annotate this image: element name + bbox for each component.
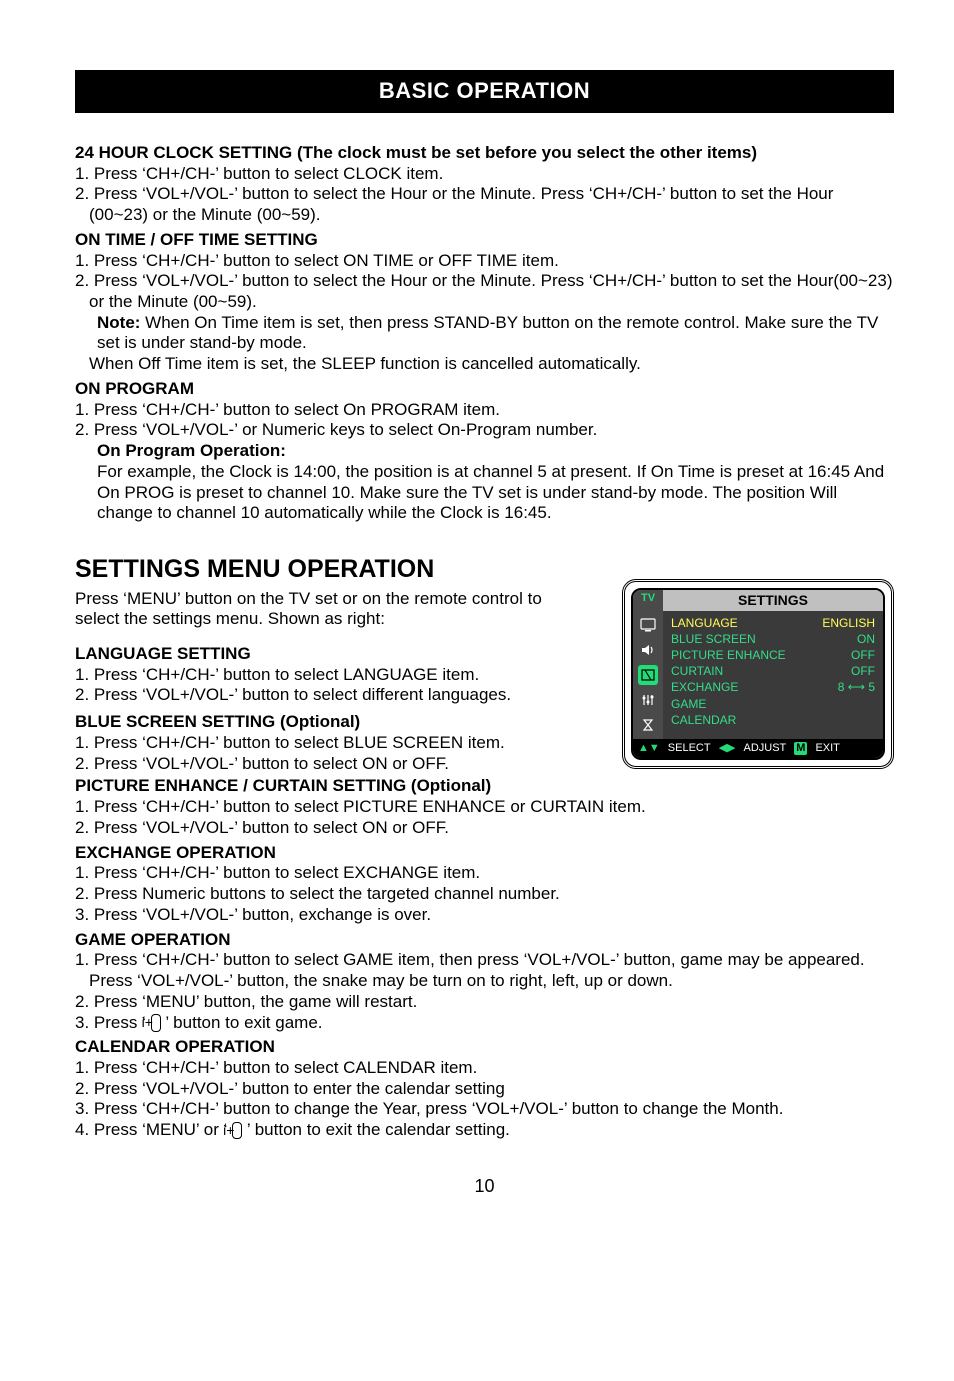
pic-heading: PICTURE ENHANCE / CURTAIN SETTING (Optio… — [75, 776, 894, 797]
updown-icon: ▲▼ — [638, 742, 660, 755]
picture-icon — [638, 615, 658, 635]
game-step3: 3. Press ‘ i+ ’ button to exit game. — [75, 1013, 894, 1034]
osd-foot-select: SELECT — [668, 742, 711, 755]
osd-screenshot: TV SETTINGS — [622, 579, 894, 769]
osd-tv-label: TV — [633, 590, 663, 611]
onprog-step2: 2. Press ‘VOL+/VOL-’ or Numeric keys to … — [75, 420, 894, 441]
ontime-heading: ON TIME / OFF TIME SETTING — [75, 230, 894, 251]
osd-menu-title: SETTINGS — [663, 590, 883, 611]
page-number: 10 — [75, 1176, 894, 1198]
pic-step1: 1. Press ‘CH+/CH-’ button to select PICT… — [75, 797, 894, 818]
sound-icon — [638, 640, 658, 660]
ontime-note: Note: When On Time item is set, then pre… — [75, 313, 894, 354]
osd-foot-exit: EXIT — [815, 742, 839, 755]
cal-step3: 3. Press ‘CH+/CH-’ button to change the … — [75, 1099, 894, 1120]
settings-intro: Press ‘MENU’ button on the TV set or on … — [75, 589, 555, 630]
info-plus-icon: i+ — [232, 1122, 242, 1139]
osd-side-icons — [633, 611, 663, 739]
game-heading: GAME OPERATION — [75, 930, 894, 951]
timer-icon — [638, 715, 658, 735]
settings-icon — [638, 665, 658, 685]
osd-foot-m: M — [794, 742, 807, 755]
game-step1: 1. Press ‘CH+/CH-’ button to select GAME… — [75, 950, 894, 991]
clock-step2: 2. Press ‘VOL+/VOL-’ button to select th… — [75, 184, 894, 225]
clock-heading: 24 HOUR CLOCK SETTING (The clock must be… — [75, 143, 894, 164]
game-step2: 2. Press ‘MENU’ button, the game will re… — [75, 992, 894, 1013]
osd-row-calendar: CALENDAR — [671, 712, 875, 728]
osd-menu-list: LANGUAGEENGLISH BLUE SCREENON PICTURE EN… — [663, 611, 883, 739]
osd-row-picture-enhance: PICTURE ENHANCEOFF — [671, 647, 875, 663]
leftright-icon: ◀▶ — [719, 742, 736, 755]
osd-row-game: GAME — [671, 696, 875, 712]
osd-row-language: LANGUAGEENGLISH — [671, 615, 875, 631]
osd-row-curtain: CURTAINOFF — [671, 663, 875, 679]
ontime-note2: When Off Time item is set, the SLEEP fun… — [75, 354, 894, 375]
osd-row-exchange: EXCHANGE8 ⟷ 5 — [671, 679, 875, 695]
exch-heading: EXCHANGE OPERATION — [75, 843, 894, 864]
osd-footer: ▲▼ SELECT ◀▶ ADJUST M EXIT — [633, 739, 883, 758]
osd-foot-adjust: ADJUST — [744, 742, 787, 755]
ontime-step2: 2. Press ‘VOL+/VOL-’ button to select th… — [75, 271, 894, 312]
cal-step2: 2. Press ‘VOL+/VOL-’ button to enter the… — [75, 1079, 894, 1100]
exch-step3: 3. Press ‘VOL+/VOL-’ button, exchange is… — [75, 905, 894, 926]
onprog-heading: ON PROGRAM — [75, 379, 894, 400]
pic-step2: 2. Press ‘VOL+/VOL-’ button to select ON… — [75, 818, 894, 839]
cal-step1: 1. Press ‘CH+/CH-’ button to select CALE… — [75, 1058, 894, 1079]
info-plus-icon: i+ — [151, 1014, 161, 1031]
onprog-body: For example, the Clock is 14:00, the pos… — [75, 462, 894, 524]
osd-row-bluescreen: BLUE SCREENON — [671, 631, 875, 647]
exch-step1: 1. Press ‘CH+/CH-’ button to select EXCH… — [75, 863, 894, 884]
cal-step4: 4. Press ‘MENU’ or ‘ i+ ’ button to exit… — [75, 1120, 894, 1141]
cal-heading: CALENDAR OPERATION — [75, 1037, 894, 1058]
onprog-step1: 1. Press ‘CH+/CH-’ button to select On P… — [75, 400, 894, 421]
ontime-note-body: When On Time item is set, then press STA… — [97, 313, 878, 353]
exch-step2: 2. Press Numeric buttons to select the t… — [75, 884, 894, 905]
onprog-sub-heading: On Program Operation: — [75, 441, 894, 462]
note-label: Note: — [97, 313, 140, 332]
tuning-icon — [638, 690, 658, 710]
clock-step1: 1. Press ‘CH+/CH-’ button to select CLOC… — [75, 164, 894, 185]
ontime-step1: 1. Press ‘CH+/CH-’ button to select ON T… — [75, 251, 894, 272]
section-title-bar: BASIC OPERATION — [75, 70, 894, 113]
